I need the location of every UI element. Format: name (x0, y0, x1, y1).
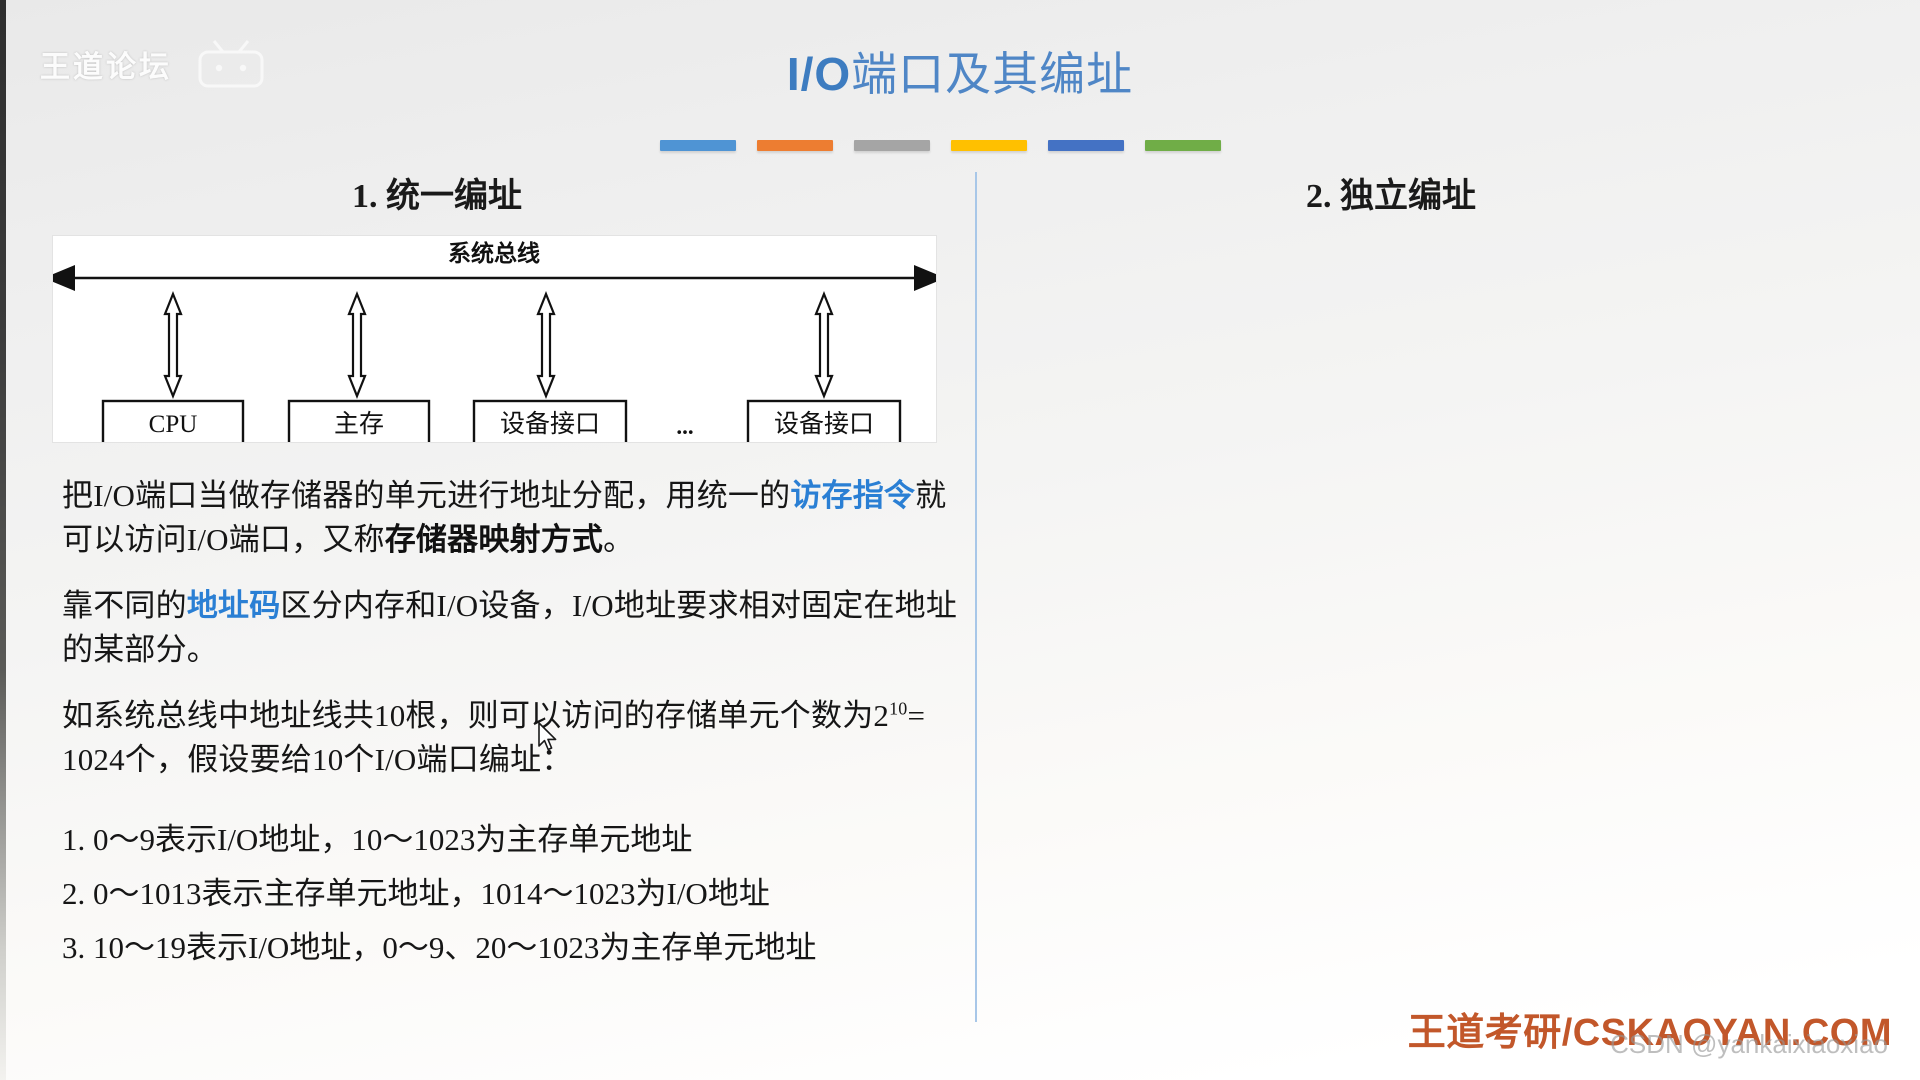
bus-connectors (163, 291, 834, 399)
bar-green (1145, 140, 1221, 151)
diagram-bus-label: 系统总线 (448, 240, 540, 266)
page-title-cjk: 端口及其编址 (851, 49, 1134, 100)
page-title: I/O端口及其编址 (0, 48, 1920, 102)
para-3-segment: 10 (889, 698, 908, 719)
section-heading-independent: 2. 独立编址 (1306, 178, 1476, 215)
numbered-list: 1. 0～9表示I/O地址，10～1023为主存单元地址 2. 0～1013表示主… (62, 818, 982, 980)
csdn-watermark: CSDN @yankaixiaoxiao (1610, 1029, 1888, 1059)
title-color-bars (660, 140, 1221, 151)
para-3-segment: 如系统总线中地址线共10根，则可以访问的存储单元个数为2 (62, 698, 890, 734)
section-heading-unified: 1. 统一编址 (352, 178, 522, 215)
diagram-box-device-1: 设备接口 (500, 410, 600, 438)
list-item-1: 1. 0～9表示I/O地址，10～1023为主存单元地址 (62, 822, 693, 857)
list-item-2: 2. 0～1013表示主存单元地址，1014～1023为I/O地址 (62, 875, 770, 911)
list-item-3: 3. 10～19表示I/O地址，0～9、20～1023为主存单元地址 (62, 929, 817, 965)
bar-orange (757, 140, 833, 151)
left-edge-strip (0, 0, 6, 1080)
bar-blue (660, 140, 736, 151)
para-2: 靠不同的地址码区分内存和I/O设备，I/O地址要求相对固定在地址的某部分。 (62, 584, 962, 672)
bar-gray (854, 140, 930, 151)
diagram-boxes: CPU 主存 设备接口 ... 设备接口 (101, 399, 902, 442)
para-1-segment: 把I/O端口当做存储器的单元进行地址分配，用统一的 (62, 478, 791, 513)
para-3: 如系统总线中地址线共10根，则可以访问的存储单元个数为210= 1024个，假设… (62, 694, 962, 782)
system-bus-diagram: 系统总线 CPU 主存 设备接口 ... 设备接口 (52, 235, 937, 443)
page-title-latin: I/O (786, 48, 852, 100)
para-2-segment: 地址码 (186, 588, 281, 624)
body-text-block: 把I/O端口当做存储器的单元进行地址分配，用统一的访存指令就可以访问I/O端口，… (62, 474, 962, 804)
presentation-slide: 王道论坛 I/O端口及其编址 1. 统一编址 2. 独立编址 系统总线 CPU … (0, 0, 1920, 1080)
para-2-segment: 靠不同的 (62, 588, 187, 624)
para-1-segment: 访存指令 (790, 478, 916, 513)
para-1: 把I/O端口当做存储器的单元进行地址分配，用统一的访存指令就可以访问I/O端口，… (62, 474, 962, 562)
bar-yellow (951, 140, 1027, 151)
para-1-segment: 。 (603, 522, 635, 558)
bar-darkblue (1048, 140, 1124, 151)
diagram-box-memory: 主存 (334, 410, 384, 438)
para-1-segment: 存储器映射方式 (384, 522, 604, 558)
diagram-box-device-2: 设备接口 (774, 410, 874, 438)
diagram-box-cpu: CPU (149, 411, 198, 438)
diagram-ellipsis: ... (676, 414, 693, 439)
